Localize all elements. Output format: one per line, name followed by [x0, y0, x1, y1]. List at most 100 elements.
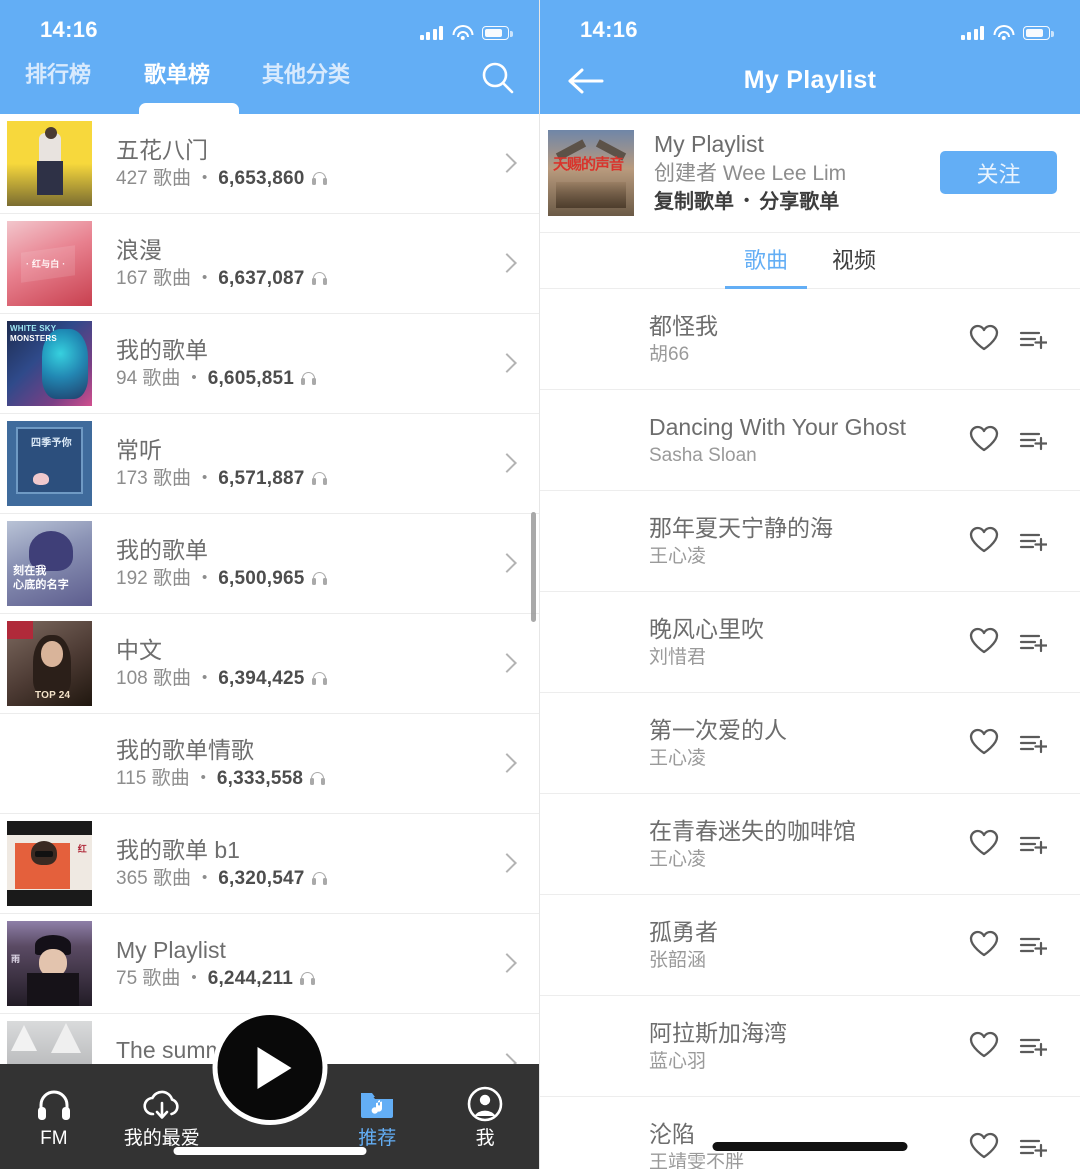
chevron-right-icon[interactable]	[500, 753, 513, 775]
sidebar-item-recommend[interactable]: 推荐	[323, 1086, 431, 1148]
chevron-right-icon[interactable]	[500, 153, 513, 175]
page-title: My Playlist	[743, 66, 877, 94]
list-item-meta: 中文 108 歌曲 • 6,394,425	[116, 635, 539, 692]
add-to-playlist-icon[interactable]	[1019, 1033, 1047, 1057]
table-row[interactable]: 沦陷 王靖雯不胖	[540, 1097, 1080, 1169]
table-row[interactable]: 孤勇者 张韶涵	[540, 895, 1080, 996]
separator-dot: •	[201, 169, 208, 186]
list-item[interactable]: 红 我的歌单 b1 365 歌曲 • 6,320,547	[0, 814, 539, 914]
playlist-cover: TOP 24	[7, 621, 92, 706]
song-actions	[969, 627, 1047, 654]
list-item[interactable]: 五花八门 427 歌曲 • 6,653,860	[0, 114, 539, 214]
sidebar-item-profile[interactable]: 我	[431, 1086, 539, 1148]
heart-icon[interactable]	[969, 1031, 999, 1058]
song-count: 365 歌曲	[116, 868, 191, 889]
playlist-title: 我的歌单 b1	[116, 837, 240, 863]
follow-button[interactable]: 关注	[940, 151, 1057, 194]
add-to-playlist-icon[interactable]	[1019, 932, 1047, 956]
table-row[interactable]: 在青春迷失的咖啡馆 王心凌	[540, 794, 1080, 895]
headphone-icon	[299, 972, 315, 985]
tab-videos[interactable]: 视频	[832, 249, 876, 272]
song-list[interactable]: 都怪我 胡66 Dancing With Your Ghost Sasha Sl…	[540, 289, 1080, 1169]
play-count: 6,571,887	[218, 468, 305, 489]
search-icon[interactable]	[479, 59, 517, 97]
chevron-right-icon[interactable]	[500, 553, 513, 575]
sidebar-item-label: 我	[475, 1127, 495, 1149]
song-count: 192 歌曲	[116, 568, 191, 589]
heart-icon[interactable]	[969, 728, 999, 755]
heart-icon[interactable]	[969, 930, 999, 957]
headphone-icon	[311, 572, 327, 585]
arrow-left-icon[interactable]	[566, 66, 608, 96]
tab-qitafenlei[interactable]: 其他分类	[262, 64, 350, 86]
add-to-playlist-icon[interactable]	[1019, 427, 1047, 451]
playlist-stats: 192 歌曲 • 6,500,965	[116, 565, 539, 592]
tab-songs[interactable]: 歌曲	[744, 249, 788, 272]
list-item[interactable]: WHITE SKY MONSTERS 我的歌单 94 歌曲 • 6,605,85…	[0, 314, 539, 414]
separator-dot: •	[744, 191, 750, 209]
list-item[interactable]: TOP 24 中文 108 歌曲 • 6,394,425	[0, 614, 539, 714]
chevron-right-icon[interactable]	[500, 353, 513, 375]
sidebar-item-favorites[interactable]: 我的最爱	[108, 1086, 216, 1148]
table-row[interactable]: Dancing With Your Ghost Sasha Sloan	[540, 390, 1080, 491]
play-count: 6,333,558	[216, 768, 304, 789]
song-actions	[969, 324, 1047, 351]
heart-icon[interactable]	[969, 425, 999, 452]
heart-icon[interactable]	[969, 1132, 999, 1159]
list-item[interactable]: 四季予你 常听 173 歌曲 • 6,571,887	[0, 414, 539, 514]
play-button[interactable]	[212, 1010, 327, 1125]
list-item-meta: 我的歌单 192 歌曲 • 6,500,965	[116, 535, 539, 592]
sidebar-item-fm[interactable]: FM	[0, 1086, 108, 1148]
table-row[interactable]: 都怪我 胡66	[540, 289, 1080, 390]
cellular-bars-icon	[419, 25, 443, 40]
heart-icon[interactable]	[969, 324, 999, 351]
chevron-right-icon[interactable]	[500, 453, 513, 475]
table-row[interactable]: 第一次爱的人 王心凌	[540, 693, 1080, 794]
list-item-meta: 五花八门 427 歌曲 • 6,653,860	[116, 135, 539, 192]
playlist-stats: 108 歌曲 • 6,394,425	[116, 665, 539, 692]
song-count: 427 歌曲	[116, 168, 191, 189]
headphone-icon	[311, 172, 327, 185]
copy-playlist-link[interactable]: 复制歌单	[654, 188, 734, 217]
list-item[interactable]: 我的歌单情歌 115 歌曲 • 6,333,558	[0, 714, 539, 814]
chevron-right-icon[interactable]	[500, 853, 513, 875]
home-indicator	[712, 1142, 908, 1151]
chevron-right-icon[interactable]	[500, 253, 513, 275]
playlist-cover: 刻在我 心底的名字	[7, 521, 92, 606]
add-to-playlist-icon[interactable]	[1019, 528, 1047, 552]
list-item[interactable]: · 红与白 · 浪漫 167 歌曲 • 6,637,087	[0, 214, 539, 314]
tab-gedanbang[interactable]: 歌单榜	[144, 64, 210, 86]
playlist-content-tabs: 歌曲 视频	[540, 232, 1080, 289]
separator-dot: •	[201, 569, 208, 586]
song-count: 173 歌曲	[116, 468, 191, 489]
play-count: 6,244,211	[207, 968, 293, 989]
playlist-cover: 四季予你	[7, 421, 92, 506]
add-to-playlist-icon[interactable]	[1019, 326, 1047, 350]
add-to-playlist-icon[interactable]	[1019, 629, 1047, 653]
playlist-cover: 红	[7, 821, 92, 906]
playlist-stats: 173 歌曲 • 6,571,887	[116, 465, 539, 492]
heart-icon[interactable]	[969, 627, 999, 654]
table-row[interactable]: 那年夏天宁静的海 王心凌	[540, 491, 1080, 592]
headphone-icon	[301, 372, 317, 385]
list-item[interactable]: 刻在我 心底的名字 我的歌单 192 歌曲 • 6,500,965	[0, 514, 539, 614]
cellular-bars-icon	[960, 25, 984, 40]
table-row[interactable]: 阿拉斯加海湾 蓝心羽	[540, 996, 1080, 1097]
list-item[interactable]: 雨 My Playlist 75 歌曲 • 6,244,211	[0, 914, 539, 1014]
headphone-icon	[310, 772, 326, 785]
add-to-playlist-icon[interactable]	[1019, 730, 1047, 754]
play-count: 6,653,860	[218, 168, 305, 189]
tab-paihangbang[interactable]: 排行榜	[25, 64, 91, 86]
share-playlist-link[interactable]: 分享歌单	[759, 188, 839, 217]
table-row[interactable]: 晚风心里吹 刘惜君	[540, 592, 1080, 693]
chevron-right-icon[interactable]	[500, 953, 513, 975]
add-to-playlist-icon[interactable]	[1019, 831, 1047, 855]
heart-icon[interactable]	[969, 526, 999, 553]
playlist-stats: 427 歌曲 • 6,653,860	[116, 165, 539, 192]
song-actions	[969, 930, 1047, 957]
scrollbar-thumb[interactable]	[531, 512, 536, 622]
playlist-title: 五花八门	[116, 137, 208, 163]
add-to-playlist-icon[interactable]	[1019, 1134, 1047, 1158]
heart-icon[interactable]	[969, 829, 999, 856]
chevron-right-icon[interactable]	[500, 653, 513, 675]
